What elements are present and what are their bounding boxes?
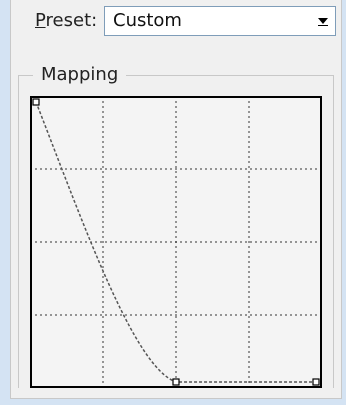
chevron-down-icon: [318, 18, 328, 26]
group-border-left: [18, 75, 19, 388]
preset-label-text: reset:: [45, 10, 98, 31]
curve-control-point[interactable]: [172, 378, 180, 386]
preset-selected-value: Custom: [113, 10, 182, 31]
dropdown-button[interactable]: [313, 9, 333, 33]
curve-control-point[interactable]: [312, 378, 320, 386]
curve-control-point[interactable]: [32, 98, 40, 106]
mapping-group-label: Mapping: [38, 64, 122, 85]
group-border-top-right: [126, 75, 334, 76]
group-border-top-left: [18, 75, 33, 76]
preset-label-mnemonic: P: [35, 10, 46, 31]
group-border-right: [333, 75, 334, 388]
preset-dropdown[interactable]: Custom: [104, 6, 336, 36]
preset-label: Preset:: [35, 10, 97, 31]
curve-mapping-panel: Preset: Custom Mapping: [10, 0, 342, 399]
mapping-curve-graph[interactable]: [30, 96, 322, 388]
